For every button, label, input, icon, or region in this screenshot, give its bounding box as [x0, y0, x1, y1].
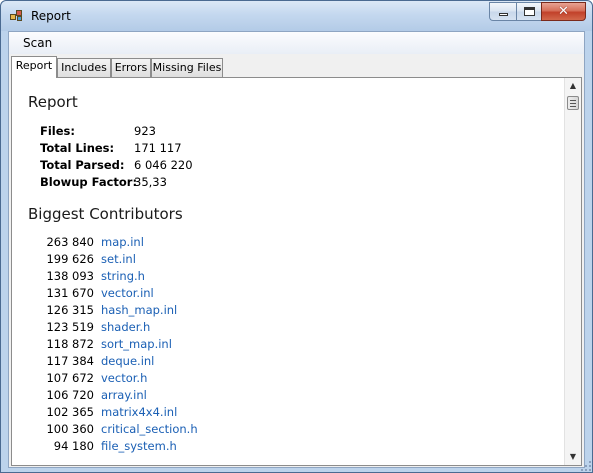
scroll-up-icon[interactable]: ▲	[565, 78, 581, 94]
stat-label: Blowup Factor:	[40, 175, 138, 189]
contributor-count: 102 365	[46, 405, 94, 419]
menu-item-scan[interactable]: Scan	[17, 36, 58, 50]
contributor-count: 117 384	[46, 354, 94, 368]
stat-row: Total Parsed: 6 046 220	[40, 158, 340, 175]
contributor-count: 199 626	[46, 252, 94, 266]
maximize-button[interactable]	[516, 2, 541, 21]
contributor-count: 107 672	[46, 371, 94, 385]
tab-report[interactable]: Report	[11, 56, 57, 78]
tab-errors[interactable]: Errors	[111, 58, 151, 77]
close-icon: ✕	[558, 4, 569, 19]
contributor-row: 94 180 file_system.h	[28, 439, 328, 456]
stat-value: 171 117	[134, 141, 182, 155]
title-bar[interactable]: Report ✕	[1, 1, 592, 31]
minimize-icon	[498, 13, 508, 16]
contributor-file-link[interactable]: deque.inl	[101, 354, 154, 368]
contributor-count: 118 872	[46, 337, 94, 351]
contributor-file-link[interactable]: sort_map.inl	[101, 337, 172, 351]
stat-value: 923	[134, 124, 156, 138]
report-window: Report ✕ Scan Report Includes Errors Mis…	[0, 0, 593, 473]
tab-includes[interactable]: Includes	[57, 58, 111, 77]
contributor-file-link[interactable]: array.inl	[101, 388, 147, 402]
contributor-file-link[interactable]: set.inl	[101, 252, 136, 266]
stat-row: Files: 923	[40, 124, 340, 141]
contributor-file-link[interactable]: string.h	[101, 269, 145, 283]
contributor-count: 263 840	[46, 235, 94, 249]
contributor-file-link[interactable]: hash_map.inl	[101, 303, 177, 317]
stat-value: 6 046 220	[134, 158, 193, 172]
stat-row: Blowup Factor: 35,33	[40, 175, 340, 192]
maximize-icon	[523, 7, 535, 16]
tab-missing-files[interactable]: Missing Files	[151, 58, 223, 77]
stat-value: 35,33	[134, 175, 167, 189]
stat-label: Total Parsed:	[40, 158, 125, 172]
contributor-row: 126 315 hash_map.inl	[28, 303, 328, 320]
window-title: Report	[31, 9, 71, 23]
contributor-file-link[interactable]: vector.h	[101, 371, 147, 385]
contributor-row: 102 365 matrix4x4.inl	[28, 405, 328, 422]
contributor-file-link[interactable]: vector.inl	[101, 286, 154, 300]
vertical-scrollbar[interactable]: ▲ ▼	[564, 78, 581, 465]
contributors-heading: Biggest Contributors	[28, 205, 183, 223]
menu-bar: Scan	[9, 32, 584, 54]
contributor-count: 94 180	[53, 439, 94, 453]
stat-label: Total Lines:	[40, 141, 115, 155]
stat-row: Total Lines: 171 117	[40, 141, 340, 158]
contributor-row: 107 672 vector.h	[28, 371, 328, 388]
contributor-count: 131 670	[46, 286, 94, 300]
report-heading: Report	[28, 93, 78, 111]
contributor-row: 123 519 shader.h	[28, 320, 328, 337]
contributor-row: 138 093 string.h	[28, 269, 328, 286]
contributor-file-link[interactable]: matrix4x4.inl	[101, 405, 177, 419]
minimize-button[interactable]	[489, 2, 516, 21]
contributor-row: 118 872 sort_map.inl	[28, 337, 328, 354]
contributor-row: 199 626 set.inl	[28, 252, 328, 269]
contributor-count: 123 519	[46, 320, 94, 334]
resize-grip-icon[interactable]	[579, 459, 591, 471]
contributor-row: 131 670 vector.inl	[28, 286, 328, 303]
contributor-file-link[interactable]: map.inl	[101, 235, 144, 249]
stat-label: Files:	[40, 124, 75, 138]
contributor-row: 117 384 deque.inl	[28, 354, 328, 371]
client-area: Scan Report Includes Errors Missing File…	[8, 31, 585, 468]
contributor-count: 100 360	[46, 422, 94, 436]
contributor-row: 100 360 critical_section.h	[28, 422, 328, 439]
app-icon	[10, 10, 24, 22]
report-content[interactable]: Report Files: 923 Total Lines: 171 117 T…	[28, 78, 558, 465]
close-button[interactable]: ✕	[541, 2, 586, 21]
contributor-row: 263 840 map.inl	[28, 235, 328, 252]
contributor-count: 106 720	[46, 388, 94, 402]
caption-buttons: ✕	[489, 2, 586, 21]
report-tab-page: Report Files: 923 Total Lines: 171 117 T…	[11, 77, 582, 466]
contributor-file-link[interactable]: file_system.h	[101, 439, 177, 453]
contributor-row: 106 720 array.inl	[28, 388, 328, 405]
contributor-file-link[interactable]: shader.h	[101, 320, 150, 334]
contributor-count: 138 093	[46, 269, 94, 283]
scrollbar-thumb[interactable]	[567, 96, 579, 110]
contributor-file-link[interactable]: critical_section.h	[101, 422, 198, 436]
contributor-count: 126 315	[46, 303, 94, 317]
